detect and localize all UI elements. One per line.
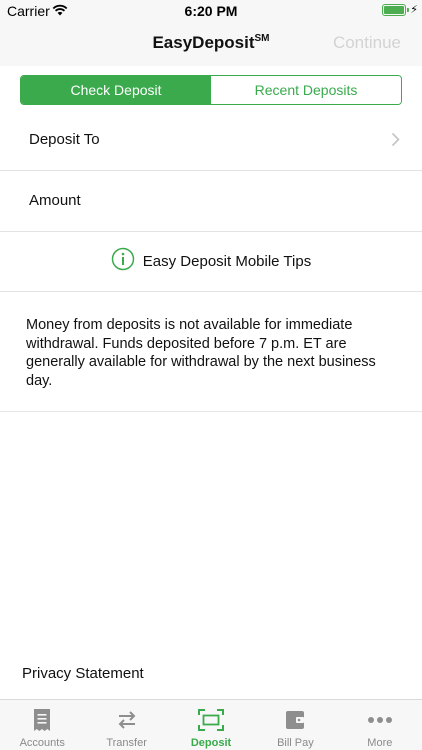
tab-check-deposit[interactable]: Check Deposit — [21, 76, 211, 104]
clock: 6:20 PM — [184, 3, 238, 19]
chevron-right-icon — [391, 132, 400, 152]
charging-bolt-icon: ⚡ — [410, 4, 418, 16]
service-mark: SM — [254, 33, 270, 44]
tab-deposit[interactable]: Deposit — [169, 700, 253, 750]
deposit-to-row[interactable]: Deposit To — [0, 110, 422, 171]
battery-level — [384, 6, 404, 14]
divider — [0, 411, 422, 412]
transfer-arrows-icon — [84, 708, 168, 732]
battery-cap — [407, 8, 409, 12]
tab-bar: Accounts Transfer Deposit Bill Pay More — [0, 699, 422, 750]
battery-icon — [382, 4, 406, 16]
tab-recent-deposits[interactable]: Recent Deposits — [211, 76, 401, 104]
deposit-to-label: Deposit To — [29, 131, 100, 148]
wallet-icon — [253, 708, 337, 732]
tab-transfer[interactable]: Transfer — [84, 700, 168, 750]
availability-notice: Money from deposits is not available for… — [26, 317, 376, 389]
tab-bill-pay-label: Bill Pay — [277, 737, 314, 749]
info-icon — [111, 247, 135, 276]
tab-accounts-label: Accounts — [19, 737, 65, 749]
amount-label: Amount — [29, 192, 81, 209]
mobile-tips-label: Easy Deposit Mobile Tips — [142, 253, 312, 270]
tab-more[interactable]: More — [338, 700, 422, 750]
privacy-statement-link[interactable]: Privacy Statement — [22, 665, 144, 682]
tab-deposit-label: Deposit — [190, 737, 232, 749]
receipt-icon — [0, 708, 84, 732]
navigation-bar: EasyDepositSM Continue — [0, 22, 422, 66]
tab-more-label: More — [367, 737, 393, 749]
tab-accounts[interactable]: Accounts — [0, 700, 84, 750]
mobile-tips-row[interactable]: Easy Deposit Mobile Tips — [0, 232, 422, 292]
tab-transfer-label: Transfer — [106, 737, 147, 749]
deposit-segmented-control: Check Deposit Recent Deposits — [20, 75, 402, 105]
tab-bill-pay[interactable]: Bill Pay — [253, 700, 337, 750]
amount-row[interactable]: Amount — [0, 171, 422, 232]
more-dots-icon — [338, 708, 422, 732]
status-bar: Carrier 6:20 PM ⚡ — [0, 0, 422, 22]
scan-check-icon — [169, 708, 253, 732]
continue-button[interactable]: Continue — [333, 33, 401, 53]
